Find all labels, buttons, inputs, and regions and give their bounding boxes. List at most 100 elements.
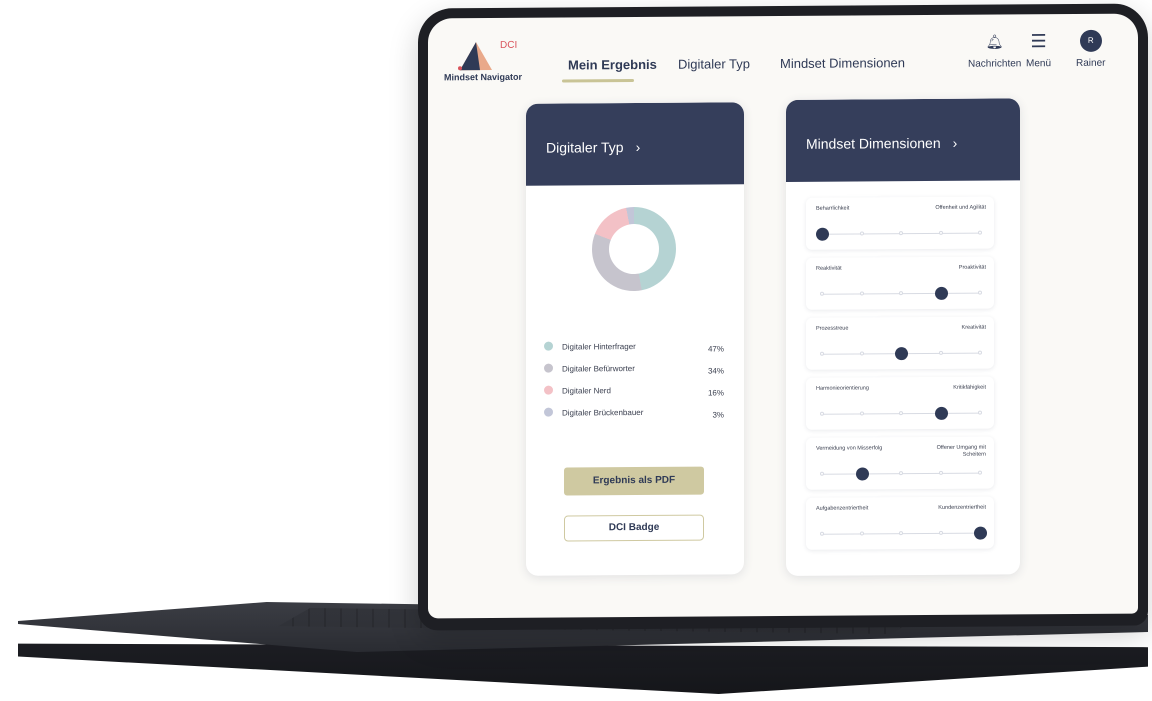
digital-type-card-title: Digitaler Typ bbox=[546, 139, 624, 156]
tab-mindset-dimensionen[interactable]: Mindset Dimensionen bbox=[780, 55, 905, 71]
slider-step bbox=[859, 291, 864, 296]
pdf-download-button[interactable]: Ergebnis als PDF bbox=[564, 466, 704, 496]
menu-label: Menü bbox=[1026, 58, 1052, 70]
dimension-slider[interactable] bbox=[816, 227, 982, 241]
slider-step bbox=[938, 470, 943, 475]
dimension-left-label: Harmonieorientierung bbox=[816, 385, 869, 392]
dimension-slider[interactable] bbox=[820, 406, 982, 420]
legend-percent: 47% bbox=[707, 344, 724, 354]
dimension-left-label: Vermeidung von Misserfolg bbox=[816, 445, 883, 452]
slider-step bbox=[859, 231, 864, 236]
logo[interactable]: DCI Mindset Navigator bbox=[444, 36, 522, 86]
legend-color-dot bbox=[544, 363, 553, 373]
app-screen: DCI Mindset Navigator Mein Ergebnis Digi… bbox=[428, 13, 1138, 619]
chevron-right-icon: › bbox=[952, 134, 958, 151]
notifications-button[interactable]: 🔔︎ Nachrichten bbox=[968, 30, 1021, 69]
dimension-item: Vermeidung von Misserfolg Offener Umgang … bbox=[806, 436, 994, 490]
dimension-left-label: Prozesstreue bbox=[816, 325, 849, 332]
slider-step bbox=[938, 350, 943, 355]
avatar: R bbox=[1079, 29, 1102, 52]
legend-label: Digitaler Hinterfrager bbox=[562, 342, 636, 352]
mindset-dimensions-card: Mindset Dimensionen › Beharrlichkeit Offen… bbox=[786, 98, 1020, 576]
notifications-label: Nachrichten bbox=[968, 58, 1022, 70]
slider-step bbox=[820, 531, 824, 536]
slider-step bbox=[859, 411, 864, 416]
legend-color-dot bbox=[544, 341, 553, 351]
slider-knob[interactable] bbox=[855, 467, 869, 481]
slider-knob[interactable] bbox=[895, 347, 908, 361]
dimension-slider[interactable] bbox=[820, 467, 982, 481]
slider-step bbox=[820, 291, 824, 296]
chart-legend: Digitaler Hinterfrager 47% Digitaler Befür… bbox=[544, 340, 724, 429]
slider-step bbox=[899, 471, 903, 476]
dimension-right-label: Kundenzentriertheit bbox=[938, 504, 986, 511]
dimension-item: Aufgabenzentriertheit Kundenzentriertheit bbox=[806, 496, 994, 550]
slider-step bbox=[978, 230, 982, 235]
mindset-dimensions-card-header[interactable]: Mindset Dimensionen › bbox=[786, 98, 1020, 182]
slider-step bbox=[859, 351, 864, 356]
legend-label: Digitaler Befürworter bbox=[562, 364, 635, 374]
hamburger-menu-icon: ☰ bbox=[1030, 31, 1047, 52]
slider-step bbox=[938, 230, 943, 235]
legend-label: Digitaler Nerd bbox=[562, 386, 611, 396]
legend-item: Digitaler Befürworter 34% bbox=[544, 362, 724, 385]
bell-icon: 🔔︎ bbox=[985, 33, 1004, 50]
laptop-mockup: DCI Mindset Navigator Mein Ergebnis Digi… bbox=[0, 0, 1152, 701]
digital-type-card-header[interactable]: Digitaler Typ › bbox=[526, 102, 744, 186]
tab-mein-ergebnis[interactable]: Mein Ergebnis bbox=[568, 57, 657, 73]
digital-type-card: Digitaler Typ › Digitaler Hinterfrager 47%… bbox=[526, 102, 744, 576]
menu-button[interactable]: ☰ Menü bbox=[1026, 30, 1051, 69]
dimension-right-label: Kritikfähigkeit bbox=[953, 384, 986, 391]
logo-dci-text: DCI bbox=[500, 39, 518, 51]
slider-step bbox=[978, 290, 982, 295]
dimension-left-label: Reaktivität bbox=[816, 265, 842, 272]
legend-percent: 34% bbox=[707, 366, 724, 376]
slider-knob[interactable] bbox=[974, 526, 987, 540]
dimension-slider[interactable] bbox=[820, 347, 982, 361]
slider-step bbox=[978, 410, 982, 415]
slider-step bbox=[820, 471, 824, 476]
donut-chart bbox=[592, 206, 676, 292]
slider-step bbox=[899, 231, 903, 236]
user-profile-button[interactable]: R Rainer bbox=[1076, 29, 1106, 69]
legend-item: Digitaler Brückenbauer 3% bbox=[544, 406, 724, 429]
dimension-item: Beharrlichkeit Offenheit und Agilität bbox=[806, 196, 994, 250]
chevron-right-icon: › bbox=[635, 138, 641, 156]
legend-item: Digitaler Hinterfrager 47% bbox=[544, 340, 724, 363]
slider-step bbox=[978, 350, 982, 355]
slider-step bbox=[899, 531, 903, 536]
slider-step bbox=[978, 470, 982, 475]
slider-step bbox=[859, 531, 864, 536]
dimension-right-label: Offener Umgang mit Scheitern bbox=[936, 444, 986, 458]
slider-step bbox=[938, 530, 943, 535]
dimension-right-label: Proaktivität bbox=[958, 264, 986, 271]
legend-label: Digitaler Brückenbauer bbox=[562, 407, 644, 418]
dimension-right-label: Kreativität bbox=[961, 324, 986, 331]
slider-step bbox=[820, 351, 824, 356]
legend-color-dot bbox=[544, 407, 553, 417]
legend-item: Digitaler Nerd 16% bbox=[544, 384, 724, 407]
legend-percent: 16% bbox=[707, 388, 724, 398]
dimension-item: Prozesstreue Kreativität bbox=[806, 316, 994, 370]
dci-badge-button[interactable]: DCI Badge bbox=[564, 514, 704, 542]
tab-digitaler-typ[interactable]: Digitaler Typ bbox=[678, 56, 750, 72]
logo-name: Mindset Navigator bbox=[444, 71, 523, 83]
slider-step bbox=[899, 291, 903, 296]
dimension-left-label: Beharrlichkeit bbox=[816, 205, 850, 212]
user-name: Rainer bbox=[1076, 57, 1106, 69]
slider-knob[interactable] bbox=[934, 286, 948, 300]
dimension-slider[interactable] bbox=[820, 526, 987, 540]
dimension-item: Reaktivität Proaktivität bbox=[806, 256, 994, 310]
mindset-dimensions-card-title: Mindset Dimensionen bbox=[806, 134, 941, 152]
legend-color-dot bbox=[544, 385, 553, 395]
dimension-left-label: Aufgabenzentriertheit bbox=[816, 505, 869, 512]
mountain-logo-icon bbox=[458, 42, 492, 71]
slider-knob[interactable] bbox=[816, 227, 829, 241]
slider-step bbox=[899, 411, 903, 416]
dimension-right-label: Offenheit und Agilität bbox=[935, 204, 986, 211]
slider-knob[interactable] bbox=[934, 406, 948, 420]
dimension-item: Harmonieorientierung Kritikfähigkeit bbox=[806, 376, 994, 430]
dimension-slider[interactable] bbox=[820, 286, 982, 300]
active-tab-indicator bbox=[562, 79, 634, 83]
slider-step bbox=[820, 411, 824, 416]
